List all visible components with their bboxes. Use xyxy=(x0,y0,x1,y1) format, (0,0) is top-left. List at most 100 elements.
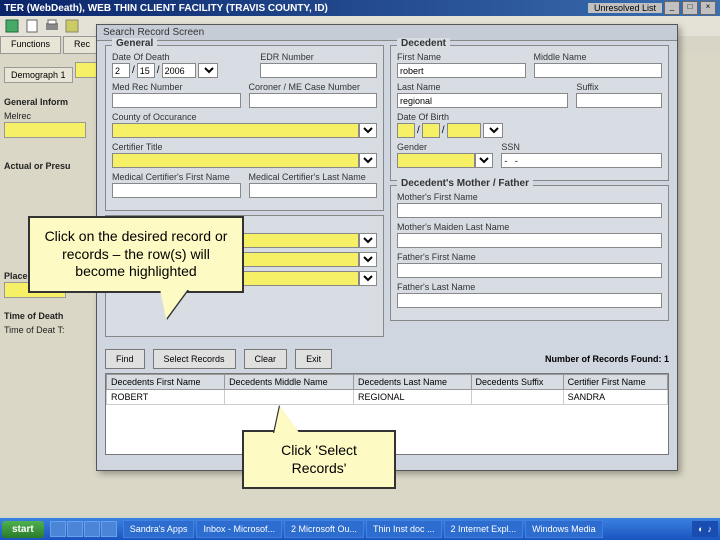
callout-select-records: Click 'Select Records' xyxy=(242,430,396,489)
th-cert[interactable]: Certifier First Name xyxy=(563,375,667,390)
ql-icon[interactable] xyxy=(50,521,66,537)
task-item[interactable]: 2 Microsoft Ou... xyxy=(284,520,364,538)
callout-select-row: Click on the desired record or records –… xyxy=(28,216,244,293)
records-found: Number of Records Found: 1 xyxy=(545,354,669,364)
legend-mother: Decedent's Mother / Father xyxy=(397,178,533,189)
lbl-certtitle: Certifier Title xyxy=(112,142,377,152)
extra-dd-1[interactable] xyxy=(359,233,377,248)
task-item[interactable]: Inbox - Microsof... xyxy=(196,520,282,538)
dialog-title: Search Record Screen xyxy=(97,25,677,41)
first-input[interactable] xyxy=(397,63,526,78)
medrec-input[interactable] xyxy=(112,93,241,108)
lbl-county: County of Occurance xyxy=(112,112,377,122)
lbl-flast: Father's Last Name xyxy=(397,282,662,292)
legend-decedent: Decedent xyxy=(397,38,450,49)
lbl-mcfirst: Medical Certifier's First Name xyxy=(112,172,241,182)
dob-picker[interactable] xyxy=(483,123,503,138)
table-row[interactable]: ROBERT REGIONAL SANDRA xyxy=(107,390,668,405)
ffirst-input[interactable] xyxy=(397,263,662,278)
task-item[interactable]: Sandra's Apps xyxy=(123,520,195,538)
dob-d[interactable] xyxy=(422,123,440,138)
button-row: Find Select Records Clear Exit Number of… xyxy=(97,345,677,373)
lbl-mclast: Medical Certifier's Last Name xyxy=(249,172,378,182)
gender-input[interactable] xyxy=(397,153,475,168)
taskbar: start Sandra's Apps Inbox - Microsof... … xyxy=(0,518,720,540)
mmaiden-input[interactable] xyxy=(397,233,662,248)
find-button[interactable]: Find xyxy=(105,349,145,369)
tab-demograph[interactable]: Demograph 1 xyxy=(4,67,73,83)
minimize-button[interactable]: _ xyxy=(664,1,680,15)
lbl-mfirst: Mother's First Name xyxy=(397,192,662,202)
lbl-coroner: Coroner / ME Case Number xyxy=(249,82,378,92)
new-icon[interactable] xyxy=(24,18,40,34)
th-first[interactable]: Decedents First Name xyxy=(107,375,225,390)
middle-input[interactable] xyxy=(534,63,663,78)
th-suffix[interactable]: Decedents Suffix xyxy=(471,375,563,390)
gender-dd[interactable] xyxy=(475,153,493,168)
legend-general: General xyxy=(112,38,157,49)
ssn-input[interactable] xyxy=(501,153,662,168)
lbl-mmaiden: Mother's Maiden Last Name xyxy=(397,222,662,232)
th-middle[interactable]: Decedents Middle Name xyxy=(225,375,354,390)
lbl-ffirst: Father's First Name xyxy=(397,252,662,262)
window-title: TER (WebDeath), WEB THIN CLIENT FACILITY… xyxy=(4,3,588,14)
dod-year[interactable] xyxy=(162,63,196,78)
lbl-dod: Date Of Death xyxy=(112,52,252,62)
certtitle-dd[interactable] xyxy=(359,153,377,168)
task-item[interactable]: 2 Internet Expl... xyxy=(444,520,524,538)
mcfirst-input[interactable] xyxy=(112,183,241,198)
flast-input[interactable] xyxy=(397,293,662,308)
mfirst-input[interactable] xyxy=(397,203,662,218)
exit-button[interactable]: Exit xyxy=(295,349,332,369)
tool-icon[interactable] xyxy=(64,18,80,34)
mclast-input[interactable] xyxy=(249,183,378,198)
close-button[interactable]: × xyxy=(700,1,716,15)
lbl-suffix: Suffix xyxy=(576,82,662,92)
fieldset-general: General Date Of Death / / xyxy=(105,45,384,211)
bg-field xyxy=(4,122,86,138)
lbl-ssn: SSN xyxy=(501,142,662,152)
lbl-middle: Middle Name xyxy=(534,52,663,62)
lbl-medrec: Med Rec Number xyxy=(112,82,241,92)
tray-icon: ◐ xyxy=(698,524,703,534)
dob-m[interactable] xyxy=(397,123,415,138)
extra-dd-3[interactable] xyxy=(359,271,377,286)
fieldset-decedent: Decedent First Name Middle Name Last Nam… xyxy=(390,45,669,181)
task-item[interactable]: Windows Media xyxy=(525,520,603,538)
last-input[interactable] xyxy=(397,93,568,108)
lbl-last: Last Name xyxy=(397,82,568,92)
quick-launch xyxy=(50,521,117,537)
th-last[interactable]: Decedents Last Name xyxy=(354,375,472,390)
callout-tail xyxy=(274,406,300,434)
tab-functions[interactable]: Functions xyxy=(0,36,61,54)
start-button[interactable]: start xyxy=(2,521,44,538)
ql-icon[interactable] xyxy=(84,521,100,537)
lbl-gender: Gender xyxy=(397,142,493,152)
suffix-input[interactable] xyxy=(576,93,662,108)
save-icon[interactable] xyxy=(4,18,20,34)
window-titlebar: TER (WebDeath), WEB THIN CLIENT FACILITY… xyxy=(0,0,720,16)
county-input[interactable] xyxy=(112,123,359,138)
dob-y[interactable] xyxy=(447,123,481,138)
edr-input[interactable] xyxy=(260,63,377,78)
lbl-first: First Name xyxy=(397,52,526,62)
maximize-button[interactable]: □ xyxy=(682,1,698,15)
county-dd[interactable] xyxy=(359,123,377,138)
clear-button[interactable]: Clear xyxy=(244,349,288,369)
print-icon[interactable] xyxy=(44,18,60,34)
menu-unresolved[interactable]: Unresolved List xyxy=(588,3,662,13)
dod-day[interactable] xyxy=(137,63,155,78)
ql-icon[interactable] xyxy=(67,521,83,537)
lbl-edr: EDR Number xyxy=(260,52,377,62)
lbl-dob: Date Of Birth xyxy=(397,112,662,122)
task-item[interactable]: Thin Inst doc ... xyxy=(366,520,442,538)
extra-dd-2[interactable] xyxy=(359,252,377,267)
dod-picker[interactable] xyxy=(198,63,218,78)
coroner-input[interactable] xyxy=(249,93,378,108)
dod-month[interactable] xyxy=(112,63,130,78)
certtitle-input[interactable] xyxy=(112,153,359,168)
system-tray[interactable]: ◐♪ xyxy=(692,521,718,537)
select-records-button[interactable]: Select Records xyxy=(153,349,236,369)
fieldset-mother-father: Decedent's Mother / Father Mother's Firs… xyxy=(390,185,669,321)
ql-icon[interactable] xyxy=(101,521,117,537)
